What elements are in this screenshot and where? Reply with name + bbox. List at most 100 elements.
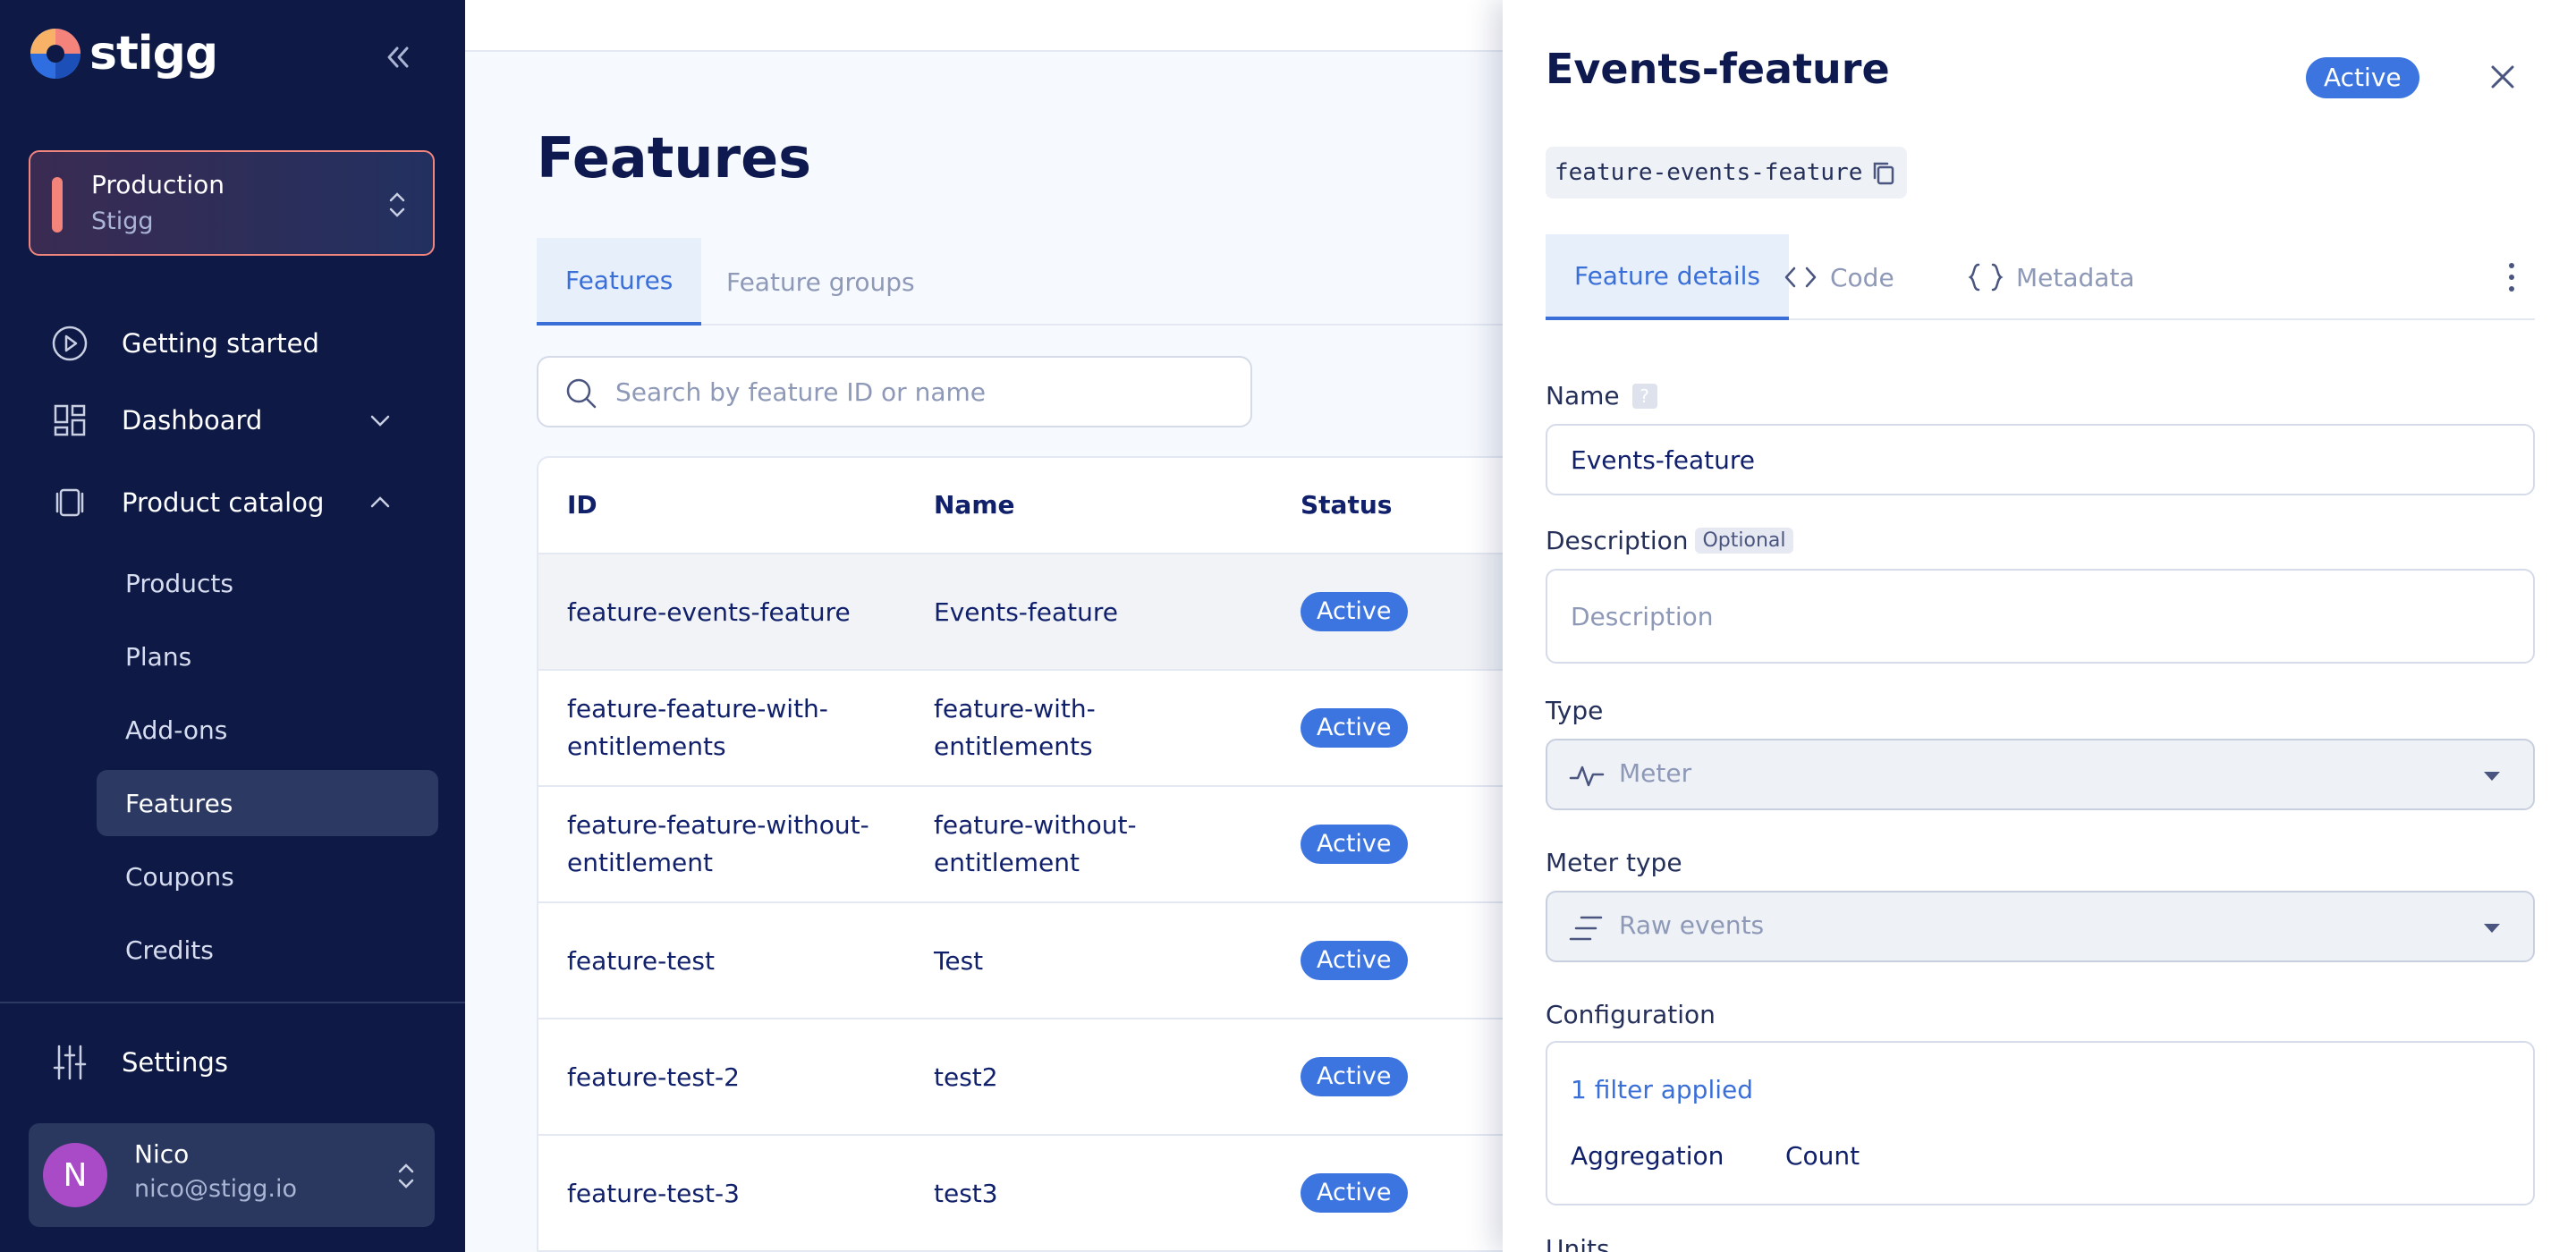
nav-add-ons[interactable]: Add-ons <box>97 697 438 763</box>
search-icon <box>566 378 597 409</box>
feature-id-text: feature-events-feature <box>1555 159 1863 186</box>
nav-label: Dashboard <box>122 405 263 436</box>
nav-label: Settings <box>122 1047 228 1078</box>
drawer-title: Events-feature <box>1546 45 1890 93</box>
stigg-logo-icon <box>30 29 80 79</box>
user-name: Nico <box>134 1139 190 1169</box>
select-value: Meter <box>1619 758 1692 788</box>
name-label: Name ? <box>1546 381 1657 410</box>
column-header-name[interactable]: Name <box>934 490 1015 520</box>
stigg-logo[interactable]: stigg <box>29 27 218 80</box>
row-id: feature-events-feature <box>567 597 851 627</box>
aggregation-label: Aggregation <box>1571 1141 1724 1171</box>
dashboard-icon <box>54 404 86 436</box>
tab-features[interactable]: Features <box>537 238 702 326</box>
nav-label: Getting started <box>122 328 319 359</box>
drawer-tabs: Feature details Code Metadata <box>1546 234 2535 320</box>
configuration-box: 1 filter applied Aggregation Count <box>1546 1041 2535 1205</box>
field-label-text: Configuration <box>1546 1000 1716 1029</box>
nav-getting-started[interactable]: Getting started <box>50 317 426 370</box>
field-label-text: Description <box>1546 526 1689 555</box>
row-name: Events-feature <box>934 597 1118 627</box>
tab-feature-details[interactable]: Feature details <box>1546 234 1789 320</box>
more-vertical-icon[interactable] <box>2506 259 2517 295</box>
braces-icon <box>1968 263 2004 292</box>
feature-id-chip: feature-events-feature <box>1546 147 1908 199</box>
help-icon[interactable]: ? <box>1631 383 1657 409</box>
row-id: feature-test-3 <box>567 1179 740 1208</box>
nav-dashboard[interactable]: Dashboard <box>50 393 426 447</box>
meter-type-label: Meter type <box>1546 848 1682 877</box>
lines-icon <box>1569 916 1603 941</box>
row-id: feature-test-2 <box>567 1062 740 1092</box>
tab-label: Metadata <box>2016 262 2135 292</box>
caret-down-icon <box>2484 772 2500 781</box>
collapse-sidebar-button[interactable] <box>379 39 415 75</box>
up-down-chevron-icon <box>398 1163 414 1189</box>
copy-icon[interactable] <box>1869 158 1898 187</box>
status-badge: Active <box>1301 708 1408 748</box>
optional-tag: Optional <box>1695 528 1793 554</box>
chevron-down-icon <box>370 415 390 427</box>
feature-details-drawer: Events-feature Active feature-events-fea… <box>1503 0 2576 1252</box>
tab-feature-groups[interactable]: Feature groups <box>698 238 944 326</box>
catalog-icon <box>55 488 84 517</box>
caret-down-icon <box>2484 924 2500 933</box>
environment-color-bar <box>52 177 63 233</box>
close-button[interactable] <box>2485 59 2521 95</box>
page-title: Features <box>537 125 812 190</box>
play-circle-icon <box>52 326 88 361</box>
nav-plans[interactable]: Plans <box>97 623 438 689</box>
description-input[interactable] <box>1546 569 2535 664</box>
chevron-up-icon <box>370 496 390 508</box>
nav-features[interactable]: Features <box>97 770 438 836</box>
code-icon <box>1784 266 1817 288</box>
tab-metadata[interactable]: Metadata <box>1968 234 2135 320</box>
user-menu[interactable]: N Nico nico@stigg.io <box>29 1123 435 1227</box>
search-box <box>537 356 1252 427</box>
row-id: feature-feature-with-entitlements <box>567 694 828 761</box>
nav-coupons[interactable]: Coupons <box>97 843 438 909</box>
sidebar: stigg Production Stigg Getting started D… <box>0 0 465 1252</box>
status-badge: Active <box>2306 57 2419 98</box>
nav-products[interactable]: Products <box>97 550 438 616</box>
row-name: Test <box>934 946 984 976</box>
nav-settings[interactable]: Settings <box>50 1036 426 1089</box>
sidebar-divider <box>0 1002 465 1003</box>
meter-type-select[interactable]: Raw events <box>1546 891 2535 962</box>
logo-text: stigg <box>89 27 218 80</box>
type-label: Type <box>1546 696 1603 725</box>
type-select[interactable]: Meter <box>1546 739 2535 810</box>
row-id: feature-feature-without-entitlement <box>567 810 869 877</box>
description-label: Description Optional <box>1546 526 1793 555</box>
configuration-label: Configuration <box>1546 1000 1716 1029</box>
status-badge: Active <box>1301 592 1408 631</box>
up-down-chevron-icon <box>389 192 405 217</box>
double-chevron-left-icon <box>387 47 409 68</box>
nav-product-catalog[interactable]: Product catalog <box>50 476 426 529</box>
nav-credits[interactable]: Credits <box>97 917 438 983</box>
tab-label: Code <box>1830 262 1894 292</box>
avatar: N <box>43 1143 107 1207</box>
units-label: Units <box>1546 1234 1610 1252</box>
status-badge: Active <box>1301 1173 1408 1213</box>
status-badge: Active <box>1301 1057 1408 1096</box>
filter-applied-link[interactable]: 1 filter applied <box>1571 1075 1753 1104</box>
close-icon <box>2491 65 2514 89</box>
row-name: feature-with-entitlements <box>934 694 1096 761</box>
name-input[interactable] <box>1546 424 2535 495</box>
row-name: test2 <box>934 1062 998 1092</box>
search-input[interactable] <box>615 372 1224 411</box>
field-label-text: Type <box>1546 696 1604 725</box>
environment-switcher[interactable]: Production Stigg <box>29 150 435 256</box>
column-header-id[interactable]: ID <box>567 490 597 520</box>
column-header-status[interactable]: Status <box>1301 490 1392 520</box>
tab-code[interactable]: Code <box>1784 234 1894 320</box>
row-id: feature-test <box>567 946 715 976</box>
user-email: nico@stigg.io <box>134 1175 298 1203</box>
status-badge: Active <box>1301 941 1408 980</box>
environment-org: Stigg <box>91 207 154 235</box>
row-name: test3 <box>934 1179 998 1208</box>
status-badge: Active <box>1301 825 1408 864</box>
nav-label: Product catalog <box>122 487 325 518</box>
